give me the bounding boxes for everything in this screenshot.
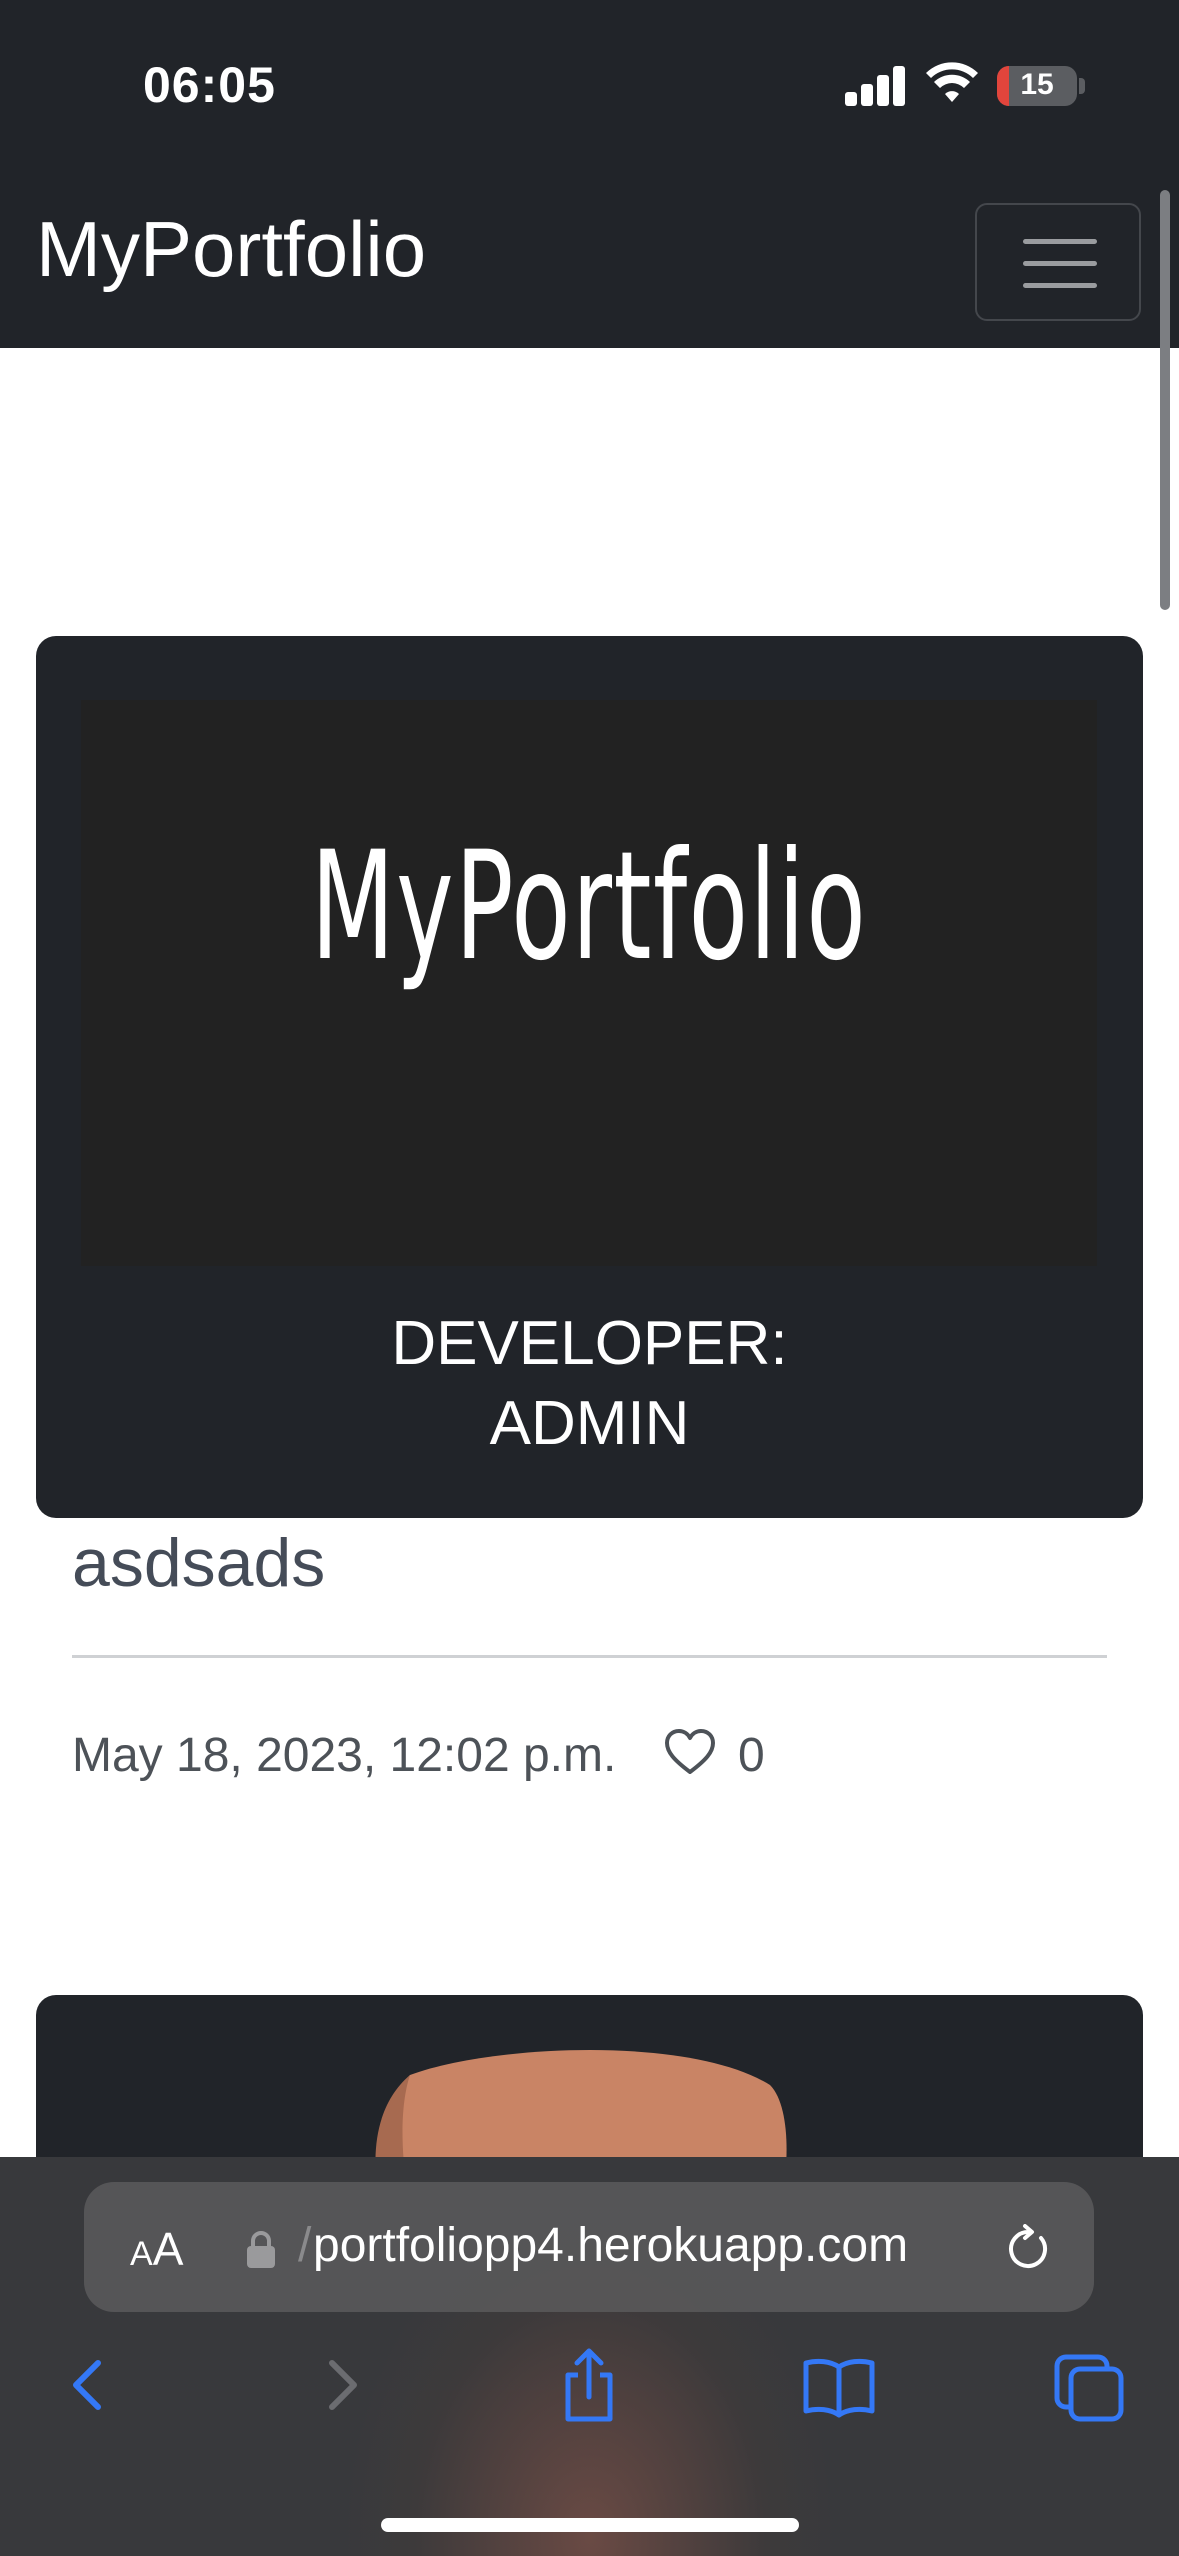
text-size-small: A [130, 2235, 153, 2273]
post-image-text: MyPortfolio [310, 820, 868, 994]
post-image: MyPortfolio [81, 700, 1097, 1266]
likes-count: 0 [738, 1729, 765, 1782]
status-time: 06:05 [143, 57, 276, 113]
caption-line-2: ADMIN [489, 1389, 690, 1458]
battery-level: 15 [1020, 68, 1054, 101]
battery-icon: 15 [997, 66, 1077, 106]
bookmarks-icon[interactable] [802, 2345, 876, 2425]
wifi-icon [926, 62, 978, 102]
tabs-icon[interactable] [1053, 2345, 1127, 2425]
signal-icon [845, 64, 907, 106]
reload-icon[interactable] [1003, 2224, 1053, 2274]
post-author-caption: DEVELOPER: ADMIN [36, 1304, 1143, 1464]
hamburger-icon-bar [1023, 261, 1097, 266]
heart-icon[interactable] [664, 1728, 716, 1776]
share-icon[interactable] [554, 2345, 624, 2425]
post-divider [72, 1655, 1107, 1658]
hamburger-icon-bar [1023, 283, 1097, 288]
text-size-button[interactable]: AA [130, 2222, 183, 2276]
post-title-link[interactable]: asdsads [72, 1524, 325, 1602]
url-text[interactable]: portfoliopp4.herokuapp.com [313, 2218, 908, 2273]
navbar-brand[interactable]: MyPortfolio [36, 204, 426, 295]
hamburger-icon [1023, 239, 1097, 244]
text-size-big: A [152, 2223, 184, 2275]
navbar-toggler-button[interactable] [975, 203, 1141, 321]
caption-line-1: DEVELOPER: [391, 1309, 788, 1378]
lock-icon [247, 2231, 275, 2268]
back-icon[interactable] [54, 2345, 124, 2425]
post-card[interactable]: MyPortfolio DEVELOPER: ADMIN [36, 636, 1143, 1518]
home-indicator[interactable] [381, 2518, 799, 2532]
url-prefix: / [298, 2219, 312, 2272]
battery-tip [1079, 78, 1085, 94]
page-scrollbar[interactable] [1160, 190, 1170, 610]
forward-icon[interactable] [306, 2345, 376, 2425]
post-date: May 18, 2023, 12:02 p.m. [72, 1729, 617, 1782]
